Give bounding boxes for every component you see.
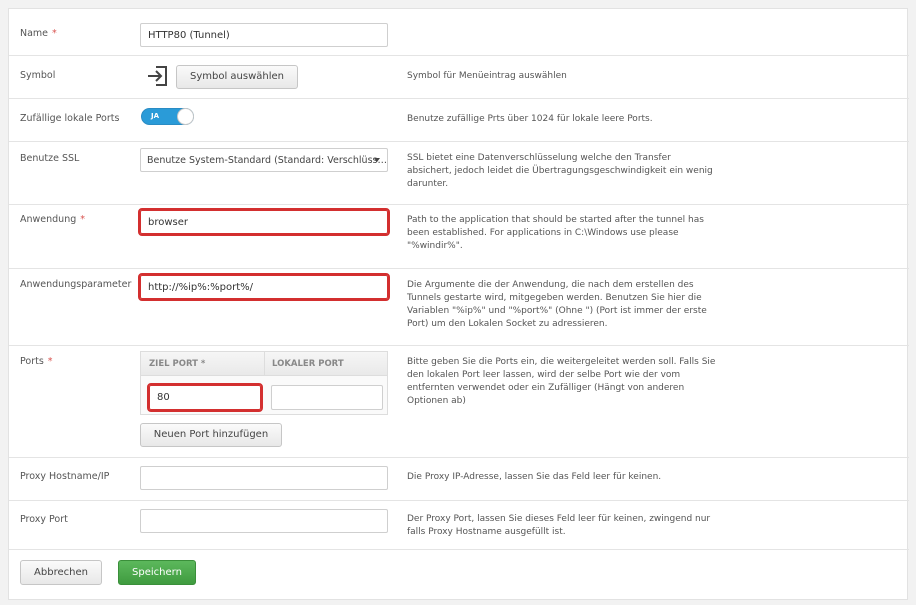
col-local-port: LOKALER PORT [272, 359, 344, 369]
row-application: Anwendung * browser Path to the applicati… [9, 205, 909, 269]
add-port-button[interactable]: Neuen Port hinzufügen [140, 423, 282, 447]
application-input[interactable]: browser [138, 208, 390, 236]
proxy-port-help: Der Proxy Port, lassen Sie dieses Feld l… [407, 514, 711, 537]
application-label: Anwendung * [20, 214, 86, 225]
random-ports-help: Benutze zufällige Prts über 1024 für lok… [407, 114, 653, 124]
row-symbol: Symbol Symbol auswählen Symbol für Menüe… [9, 56, 909, 99]
app-params-input[interactable]: http://%ip%:%port%/ [138, 273, 390, 301]
select-symbol-button[interactable]: Symbol auswählen [176, 65, 298, 89]
row-proxy-port: Proxy Port Der Proxy Port, lassen Sie di… [9, 501, 909, 550]
cancel-button[interactable]: Abbrechen [20, 560, 102, 585]
ssl-label: Benutze SSL [20, 153, 80, 164]
col-target-port: ZIEL PORT * [149, 359, 206, 369]
row-name: Name * HTTP80 (Tunnel) [9, 9, 909, 56]
ports-table-header: ZIEL PORT * LOKALER PORT [141, 352, 387, 376]
row-proxy-host: Proxy Hostname/IP Die Proxy IP-Adresse, … [9, 458, 909, 501]
ssl-select[interactable]: Benutze System-Standard (Standard: Versc… [140, 148, 388, 172]
tunnel-form-panel: Name * HTTP80 (Tunnel) Symbol Symbol ausw… [8, 8, 909, 600]
ssl-selected-value: Benutze System-Standard (Standard: Versc… [147, 155, 387, 166]
name-label: Name * [20, 28, 57, 39]
ports-label: Ports * [20, 356, 53, 367]
sign-in-icon [146, 64, 170, 88]
name-input[interactable]: HTTP80 (Tunnel) [140, 23, 388, 47]
app-params-label: Anwendungsparameter [20, 279, 132, 290]
chevron-down-icon [374, 158, 380, 162]
target-port-input[interactable]: 80 [147, 383, 263, 412]
local-port-input[interactable] [271, 385, 383, 410]
random-ports-label: Zufällige lokale Ports [20, 113, 120, 124]
proxy-port-label: Proxy Port [20, 514, 68, 525]
application-help: Path to the application that should be s… [407, 215, 704, 251]
ports-table: ZIEL PORT * LOKALER PORT 80 [140, 351, 388, 415]
ssl-help: SSL bietet eine Datenverschlüsselung wel… [407, 153, 713, 189]
symbol-label: Symbol [20, 70, 56, 81]
row-ssl: Benutze SSL Benutze System-Standard (Sta… [9, 142, 909, 205]
toggle-label: JA [151, 112, 160, 120]
symbol-help: Symbol für Menüeintrag auswählen [407, 71, 567, 81]
ports-help: Bitte geben Sie die Ports ein, die weite… [407, 357, 716, 406]
toggle-knob [177, 108, 194, 125]
proxy-host-help: Die Proxy IP-Adresse, lassen Sie das Fel… [407, 472, 662, 482]
row-app-params: Anwendungsparameter http://%ip%:%port%/ … [9, 269, 909, 346]
random-ports-toggle[interactable]: JA [141, 108, 194, 125]
proxy-port-input[interactable] [140, 509, 388, 533]
proxy-host-input[interactable] [140, 466, 388, 490]
save-button[interactable]: Speichern [118, 560, 196, 585]
app-params-help: Die Argumente die der Anwendung, die nac… [407, 280, 707, 329]
proxy-host-label: Proxy Hostname/IP [20, 471, 110, 482]
